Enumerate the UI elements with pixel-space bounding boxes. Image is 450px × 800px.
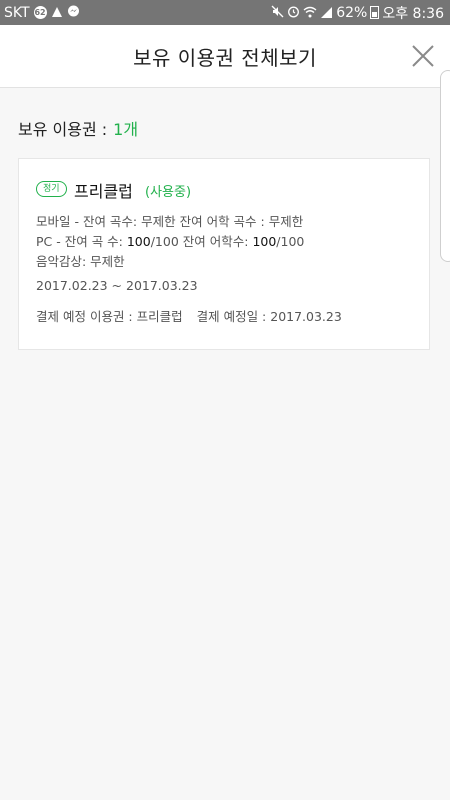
page-header: 보유 이용권 전체보기 [0,25,450,88]
music-listening: 음악감상: 무제한 [36,254,125,269]
edge-panel-handle[interactable] [440,70,450,262]
pc-prefix: PC - 잔여 곡 수: [36,234,127,249]
subscription-tag: 정기 [36,181,67,197]
pc-songs-remaining: 100 [126,234,151,249]
payment-info: 결제 예정 이용권 : 프리클럽 결제 예정일 : 2017.03.23 [36,306,342,325]
page-title: 보유 이용권 전체보기 [133,45,317,70]
signal-icon [320,6,333,20]
battery-icon [370,6,380,19]
mobile-remaining: 모바일 - 잔여 곡수: 무제한 잔여 어학 곡수 : 무제한 [36,214,304,229]
pc-lang-remaining: 100 [252,234,277,249]
alarm-icon [287,5,300,20]
notification-icon [51,6,63,20]
pass-count: 1개 [113,120,139,139]
wifi-icon [303,6,317,20]
pass-summary: 보유 이용권 : 1개 [18,116,138,140]
usage-period: 2017.02.23 ~ 2017.03.23 [36,278,198,293]
pass-card[interactable]: 정기 프리클럽 (사용중) 모바일 - 잔여 곡수: 무제한 잔여 어학 곡수 … [18,158,430,350]
status-bar: SKT 62 62% 오후 8:36 [0,0,450,25]
pass-name: 프리클럽 [74,182,133,201]
notification-count-icon: 62 [33,6,47,19]
close-button[interactable] [408,41,438,71]
status-bar-right: 62% 오후 8:36 [271,3,450,23]
status-bar-left: SKT 62 [0,5,80,21]
close-icon [412,45,434,67]
mute-icon [271,5,284,20]
clock: 오후 8:36 [382,5,444,22]
messenger-icon [67,5,80,20]
payment-pass: 결제 예정 이용권 : 프리클럽 [36,309,183,324]
pc-lang-total: /100 [276,234,305,249]
carrier-label: SKT [4,4,30,21]
pc-songs-total: /100 [150,234,179,249]
summary-label: 보유 이용권 : [18,120,108,139]
pc-mid: 잔여 어학수: [178,234,253,249]
pc-remaining: PC - 잔여 곡 수: 100/100 잔여 어학수: 100/100 [36,231,304,250]
pass-status: (사용중) [145,185,192,200]
battery-percent: 62% [336,4,368,21]
payment-date: 결제 예정일 : 2017.03.23 [196,309,342,324]
